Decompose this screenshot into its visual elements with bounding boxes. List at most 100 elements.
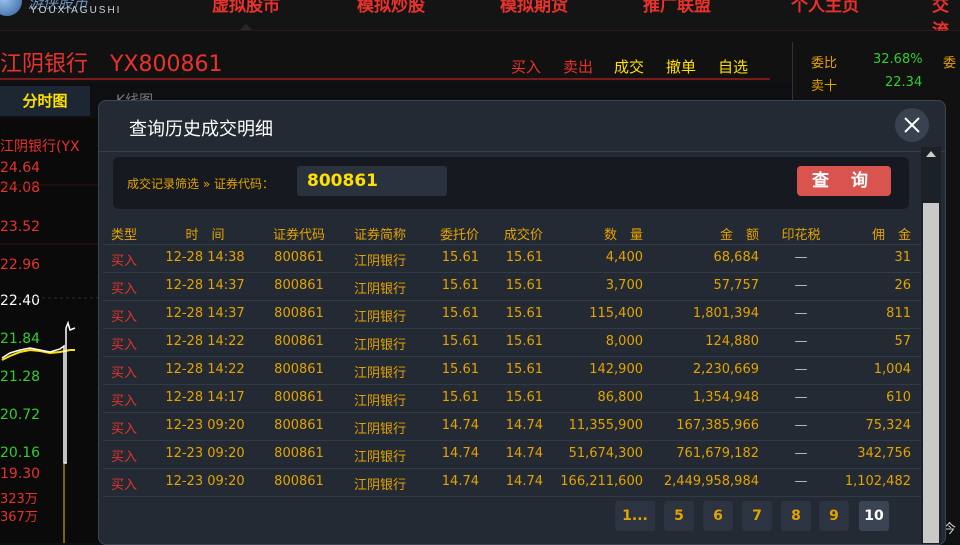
scroll-up-icon[interactable] xyxy=(926,151,936,157)
table-cell: 14.74 xyxy=(441,446,479,461)
table-cell: 买入 xyxy=(111,422,138,437)
history-trades-dialog: 查询历史成交明细 成交记录筛选 » 证券代码： 查 询 类型 时 间 证券代码 … xyxy=(98,100,946,545)
dialog-scrollbar[interactable] xyxy=(921,147,941,544)
page-button[interactable]: 6 xyxy=(703,501,733,531)
page-button[interactable]: 7 xyxy=(742,501,772,531)
table-cell: — xyxy=(794,334,808,349)
table-cell: 15.61 xyxy=(505,306,543,321)
table-cell: 610 xyxy=(886,390,911,405)
sell10-value: 22.34 xyxy=(885,75,923,90)
page-button[interactable]: 1... xyxy=(615,501,655,531)
dialog-header: 查询历史成交明细 xyxy=(99,101,945,152)
column-header: 证券代码 xyxy=(272,228,325,243)
table-cell: 800861 xyxy=(274,418,324,433)
page-button[interactable]: 8 xyxy=(781,501,811,531)
table-cell: 买入 xyxy=(111,450,138,465)
buy-link[interactable]: 买入 xyxy=(511,56,541,77)
table-cell: 12-23 09:20 xyxy=(165,446,245,461)
page-button[interactable]: 5 xyxy=(664,501,694,531)
table-cell: 12-28 14:37 xyxy=(165,306,245,321)
column-header: 数 量 xyxy=(603,228,643,243)
stock-name: 江阴银行 xyxy=(0,52,89,77)
table-cell: 15.61 xyxy=(505,362,543,377)
table-cell: 51,674,300 xyxy=(568,446,643,461)
table-cell: 江阴银行 xyxy=(353,310,406,325)
table-cell: 68,684 xyxy=(713,250,760,265)
table-cell: 800861 xyxy=(274,250,324,265)
site-logo[interactable]: 游侠股市 YOUXIAGUSHI xyxy=(0,0,150,26)
table-cell: 15.61 xyxy=(505,278,543,293)
header-divider xyxy=(0,78,770,80)
table-cell: 买入 xyxy=(111,394,138,409)
table-cell: 15.61 xyxy=(441,334,479,349)
page-button[interactable]: 10 xyxy=(859,501,889,531)
table-cell: 800861 xyxy=(274,362,324,377)
table-cell: — xyxy=(794,418,808,433)
nav-personal-home[interactable]: 个人主页 xyxy=(791,0,859,16)
table-cell: 江阴银行 xyxy=(353,450,406,465)
table-row: 买入 12-23 09:20 800861 江阴银行 14.74 14.74 166,211… xyxy=(103,469,921,497)
nav-simulated-stock[interactable]: 模拟炒股 xyxy=(357,0,425,16)
cancel-link[interactable]: 撤单 xyxy=(666,56,696,77)
close-icon xyxy=(904,117,920,133)
nav-affiliate[interactable]: 推广联盟 xyxy=(643,0,711,16)
column-header: 印花税 xyxy=(781,228,821,243)
table-cell: — xyxy=(794,390,808,405)
table-cell: 75,324 xyxy=(865,418,912,433)
table-cell: 买入 xyxy=(111,366,138,381)
table-cell: 15.61 xyxy=(441,250,479,265)
table-cell: 12-28 14:17 xyxy=(165,390,245,405)
query-button[interactable]: 查 询 xyxy=(797,166,891,196)
filter-bar: 成交记录筛选 » 证券代码： 查 询 xyxy=(113,157,909,209)
sell-link[interactable]: 卖出 xyxy=(563,56,593,77)
column-header: 成交价 xyxy=(503,228,543,243)
table-cell: 1,801,394 xyxy=(692,306,759,321)
close-button[interactable] xyxy=(895,108,929,142)
table-row: 买入 12-28 14:37 800861 江阴银行 15.61 15.61 115,400… xyxy=(103,301,921,329)
watchlist-link[interactable]: 自选 xyxy=(718,56,748,77)
table-cell: — xyxy=(794,362,808,377)
table-row: 买入 12-28 14:37 800861 江阴银行 15.61 15.61 3,700 57… xyxy=(103,273,921,301)
table-row: 买入 12-23 09:20 800861 江阴银行 14.74 14.74 51,674,… xyxy=(103,441,921,469)
table-cell: 江阴银行 xyxy=(353,254,406,269)
stock-title: 江阴银行 YX800861 xyxy=(0,46,223,78)
table-cell: 15.61 xyxy=(441,362,479,377)
page-button[interactable]: 9 xyxy=(819,501,849,531)
table-cell: 15.61 xyxy=(441,278,479,293)
table-cell: 15.61 xyxy=(441,306,479,321)
top-navigation: 游侠股市 YOUXIAGUSHI 虚拟股市 模拟炒股 模拟期货 推广联盟 个人主… xyxy=(0,0,960,41)
table-cell: 1,004 xyxy=(873,362,911,377)
tab-timeshare[interactable]: 分时图 xyxy=(0,86,90,116)
deal-link[interactable]: 成交 xyxy=(614,56,644,77)
table-row: 买入 12-28 14:22 800861 江阴银行 15.61 15.61 142,900… xyxy=(103,357,921,385)
table-cell: 15.61 xyxy=(441,390,479,405)
column-header: 类型 xyxy=(111,228,138,243)
table-cell: 14.74 xyxy=(505,418,543,433)
scroll-thumb[interactable] xyxy=(923,203,939,543)
table-cell: 14.74 xyxy=(441,474,479,489)
stock-code: YX800861 xyxy=(110,52,223,77)
table-cell: 4,400 xyxy=(605,250,643,265)
nav-virtual-market[interactable]: 虚拟股市 xyxy=(212,0,280,30)
table-cell: 26 xyxy=(894,278,911,293)
table-cell: — xyxy=(794,250,808,265)
table-cell: 811 xyxy=(886,306,911,321)
table-cell: 12-28 14:38 xyxy=(165,250,245,265)
table-cell: — xyxy=(794,278,808,293)
table-cell: 15.61 xyxy=(505,390,543,405)
filter-label: 成交记录筛选 » 证券代码： xyxy=(127,177,274,191)
table-cell: 买入 xyxy=(111,282,138,297)
table-cell: 57,757 xyxy=(713,278,760,293)
table-cell: 12-28 14:22 xyxy=(165,334,245,349)
security-code-input[interactable] xyxy=(297,166,447,196)
table-cell: 14.74 xyxy=(505,446,543,461)
table-cell: 11,355,900 xyxy=(568,418,643,433)
table-cell: 12-23 09:20 xyxy=(165,474,245,489)
table-row: 买入 12-28 14:17 800861 江阴银行 15.61 15.61 86,800 1… xyxy=(103,385,921,413)
table-cell: 买入 xyxy=(111,338,138,353)
nav-simulated-futures[interactable]: 模拟期货 xyxy=(500,0,568,16)
logo-subtext: YOUXIAGUSHI xyxy=(30,5,122,16)
order-ratio-label: 委比 xyxy=(811,56,838,71)
table-cell: 2,449,958,984 xyxy=(663,474,759,489)
dialog-title: 查询历史成交明细 xyxy=(129,119,273,140)
